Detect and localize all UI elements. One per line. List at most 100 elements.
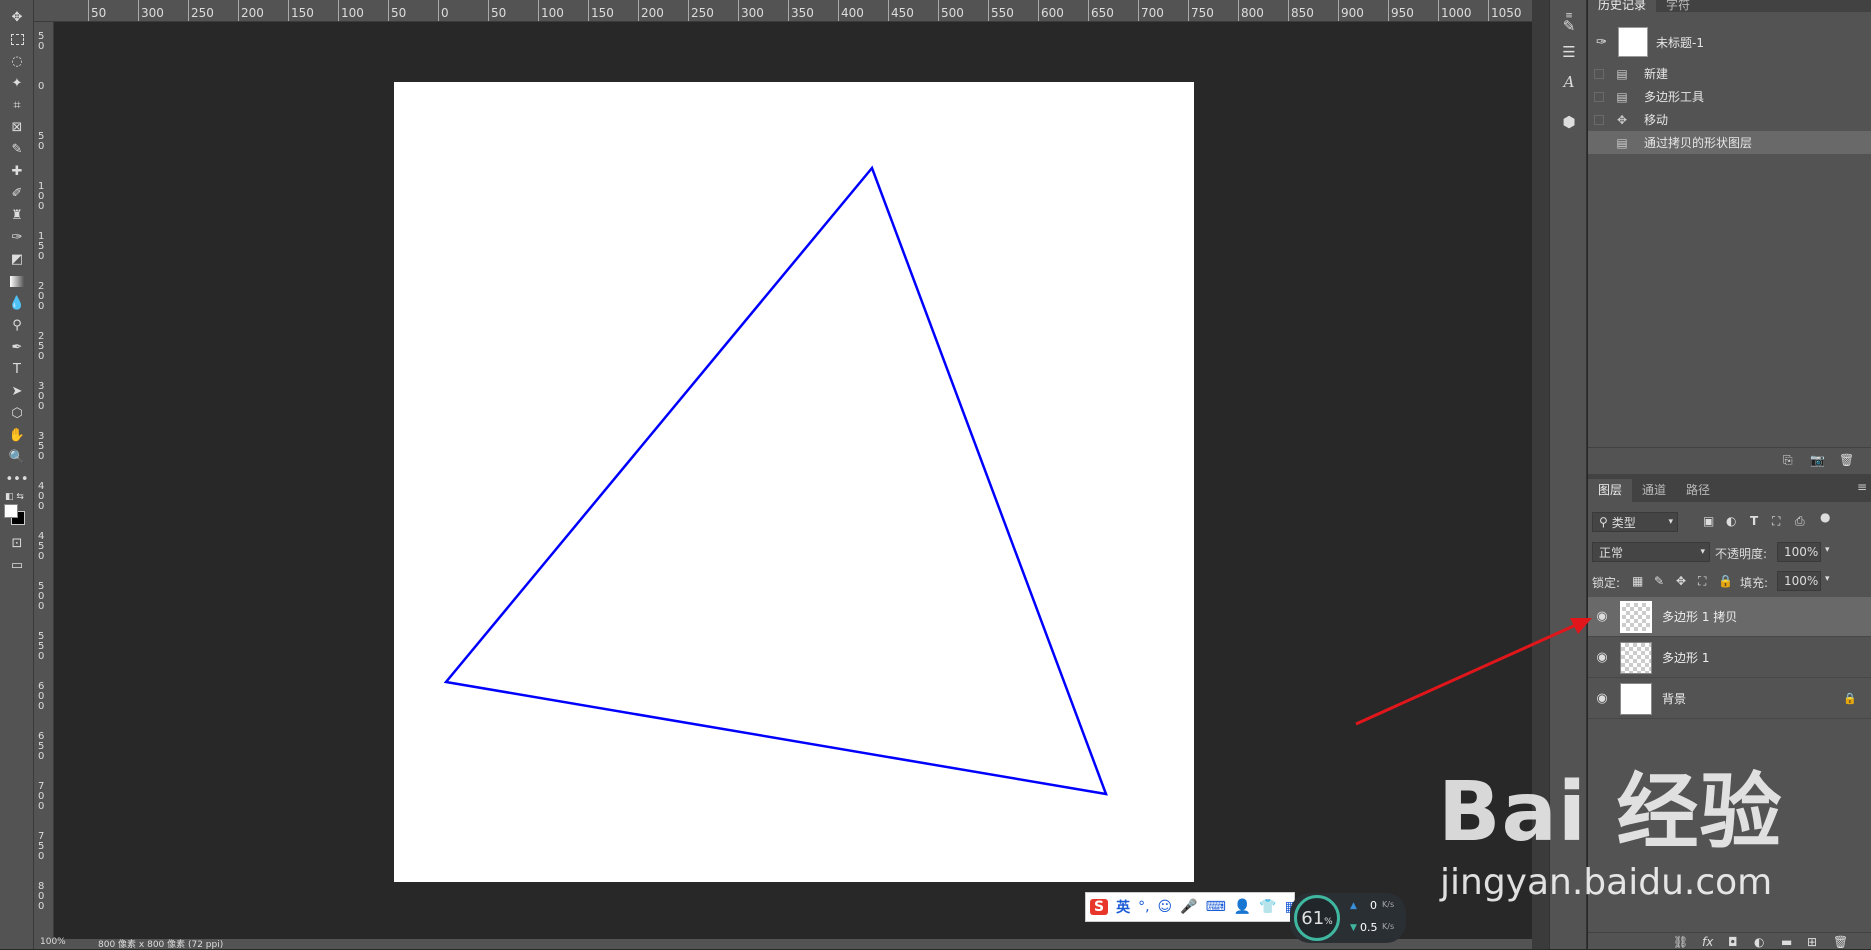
polygon-tool-icon[interactable]: ⬡	[5, 402, 29, 424]
ruler-tick	[88, 0, 89, 21]
frame-tool-icon[interactable]: ⊠	[5, 116, 29, 138]
gradient-tool-icon[interactable]	[5, 270, 29, 292]
history-source-checkbox[interactable]	[1594, 68, 1604, 79]
history-item[interactable]: ▤ 多边形工具	[1588, 85, 1871, 108]
shape-filter-icon[interactable]: ⛶	[1772, 514, 1780, 529]
history-source-checkbox[interactable]	[1594, 114, 1604, 125]
layer-row[interactable]: ◉ 背景 🔒	[1588, 679, 1871, 719]
history-source-checkbox[interactable]	[1594, 137, 1604, 148]
tab-paths[interactable]: 路径	[1676, 479, 1720, 502]
default-colors-icon[interactable]: ◧ ⇆	[5, 492, 24, 502]
punctuation-icon[interactable]: °,	[1138, 899, 1149, 915]
ruler-tick	[638, 0, 639, 21]
filter-toggle-icon[interactable]: ●	[1820, 510, 1830, 524]
ruler-label: 50	[391, 6, 407, 20]
trash-icon[interactable]: 🗑	[1839, 453, 1854, 467]
chevron-down-icon[interactable]: ▾	[1825, 574, 1830, 584]
fx-icon[interactable]: fx	[1702, 935, 1713, 949]
document-canvas[interactable]	[394, 82, 1194, 882]
blend-mode-select[interactable]: 正常 ▾	[1592, 542, 1710, 562]
path-selection-tool-icon[interactable]: ➤	[5, 380, 29, 402]
more-tools-icon[interactable]: •••	[5, 468, 29, 490]
lock-pixels-icon[interactable]: ✎	[1654, 574, 1664, 588]
crop-tool-icon[interactable]: ⌗	[5, 94, 29, 116]
add-mask-icon[interactable]: ◘	[1728, 935, 1738, 949]
ruler-tick	[738, 0, 739, 21]
pixel-filter-icon[interactable]: ▣	[1703, 514, 1714, 528]
ruler-label: 50	[491, 6, 507, 20]
panel-menu-icon[interactable]: ≡	[1857, 480, 1867, 494]
skin-icon[interactable]: 👕	[1259, 899, 1276, 915]
ime-language[interactable]: 英	[1116, 897, 1130, 917]
3d-cube-icon[interactable]: ⬢	[1557, 110, 1581, 134]
tab-layers[interactable]: 图层	[1588, 479, 1633, 502]
adjustments-icon[interactable]: ☰	[1557, 40, 1581, 64]
tab-character[interactable]: 字符	[1656, 0, 1700, 17]
hand-tool-icon[interactable]: ✋	[5, 424, 29, 446]
history-snapshot[interactable]: ✑ 未标题-1	[1588, 26, 1871, 58]
lock-position-icon[interactable]: ✥	[1676, 574, 1686, 588]
trash-icon[interactable]: 🗑	[1833, 935, 1848, 949]
move-tool-icon[interactable]: ✥	[5, 6, 29, 28]
layer-name[interactable]: 背景	[1662, 690, 1686, 707]
history-source-checkbox[interactable]	[1594, 91, 1604, 102]
smart-object-filter-icon[interactable]: ⎙	[1795, 514, 1805, 529]
history-brush-tool-icon[interactable]: ✑	[5, 226, 29, 248]
microphone-icon[interactable]: 🎤	[1180, 899, 1197, 915]
chevron-down-icon[interactable]: ▾	[1825, 545, 1830, 555]
history-item[interactable]: ✥ 移动	[1588, 108, 1871, 131]
doc-icon: ▤	[1616, 135, 1628, 150]
user-icon[interactable]: 👤	[1234, 899, 1251, 915]
layer-row[interactable]: ◉ 多边形 1	[1588, 638, 1871, 678]
magic-wand-tool-icon[interactable]: ✦	[5, 72, 29, 94]
ruler-tick	[238, 0, 239, 21]
tab-history[interactable]: 历史记录	[1588, 0, 1657, 17]
ime-toolbar[interactable]: S 英 °, ☺ 🎤 ⌨ 👤 👕 ▦	[1085, 892, 1298, 922]
history-item[interactable]: ▤ 新建	[1588, 62, 1871, 85]
new-layer-icon[interactable]: ⊞	[1807, 935, 1817, 949]
new-adjustment-icon[interactable]: ◐	[1754, 935, 1764, 949]
healing-brush-tool-icon[interactable]: ✚	[5, 160, 29, 182]
download-speed: 0.5	[1360, 921, 1378, 934]
layer-filter-select[interactable]: ⚲ 类型 ▾	[1592, 512, 1678, 532]
new-document-from-state-icon[interactable]: ⎘	[1783, 453, 1793, 468]
layer-name[interactable]: 多边形 1	[1662, 649, 1709, 666]
opacity-field[interactable]: 100%	[1777, 542, 1821, 562]
type-filter-icon[interactable]: T	[1750, 514, 1758, 528]
eyedropper-tool-icon[interactable]: ✎	[5, 138, 29, 160]
stamp-tool-icon[interactable]: ♜	[5, 204, 29, 226]
ruler-tick	[1238, 0, 1239, 21]
document-info: 800 像素 x 800 像素 (72 ppi)	[98, 940, 224, 950]
foreground-color-swatch[interactable]	[4, 504, 18, 518]
pen-tool-icon[interactable]: ✒	[5, 336, 29, 358]
brush-settings-icon[interactable]: ✎	[1557, 14, 1581, 38]
adjustment-filter-icon[interactable]: ◐	[1726, 514, 1736, 528]
screen-mode-icon[interactable]: ▭	[5, 554, 29, 576]
network-speed-widget[interactable]: 61% ▲ 0 K/s ▼ 0.5 K/s	[1290, 893, 1406, 943]
camera-icon[interactable]: 📷	[1810, 453, 1825, 467]
blur-tool-icon[interactable]: 💧	[5, 292, 29, 314]
quick-mask-icon[interactable]: ⊡	[5, 532, 29, 554]
fill-field[interactable]: 100%	[1777, 571, 1821, 591]
link-layers-icon[interactable]: ⛓	[1673, 935, 1688, 949]
marquee-tool-icon[interactable]	[5, 28, 29, 50]
tab-channels[interactable]: 通道	[1632, 479, 1676, 502]
brush-tool-icon[interactable]: ✐	[5, 182, 29, 204]
lock-artboard-icon[interactable]: ⛶	[1698, 574, 1706, 589]
keyboard-icon[interactable]: ⌨	[1206, 899, 1226, 915]
type-tool-icon[interactable]: T	[5, 358, 29, 380]
layer-row-selected[interactable]: ◉ 多边形 1 拷贝	[1588, 597, 1871, 637]
new-group-icon[interactable]: ▬	[1781, 935, 1792, 949]
layer-name[interactable]: 多边形 1 拷贝	[1662, 608, 1737, 625]
emoji-icon[interactable]: ☺	[1158, 899, 1173, 915]
lock-transparency-icon[interactable]: ▦	[1632, 574, 1643, 588]
dodge-tool-icon[interactable]: ⚲	[5, 314, 29, 336]
history-item-selected[interactable]: ▤ 通过拷贝的形状图层	[1588, 131, 1871, 154]
zoom-level[interactable]: 100%	[40, 937, 66, 947]
lasso-tool-icon[interactable]: ◌	[5, 50, 29, 72]
character-panel-icon[interactable]: A	[1557, 70, 1581, 94]
lock-all-icon[interactable]: 🔒	[1718, 574, 1733, 588]
triangle-shape[interactable]	[394, 82, 1194, 882]
zoom-tool-icon[interactable]: 🔍	[5, 446, 29, 468]
eraser-tool-icon[interactable]: ◩	[5, 248, 29, 270]
